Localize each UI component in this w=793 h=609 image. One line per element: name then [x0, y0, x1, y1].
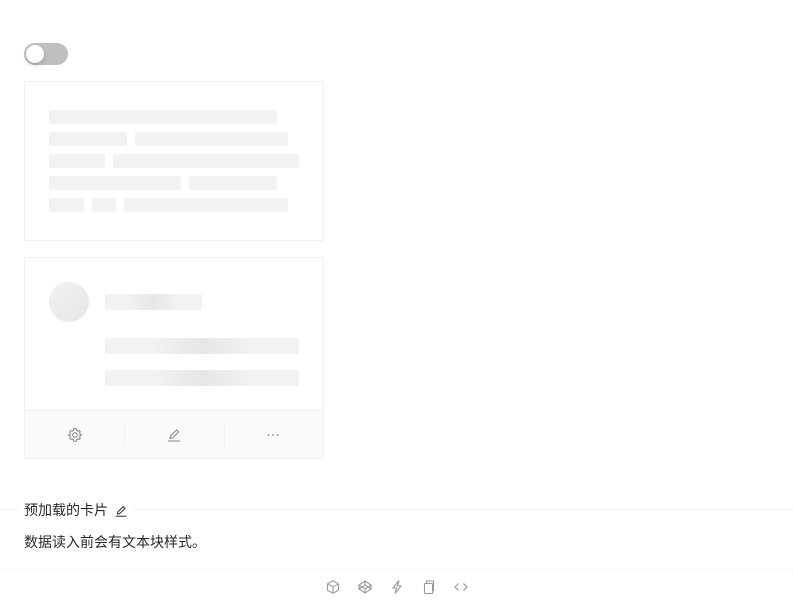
ellipsis-icon [267, 433, 279, 436]
skeleton-line [49, 132, 127, 146]
thunderbolt-icon [391, 580, 402, 594]
skeleton-line [49, 176, 181, 190]
copy-icon [423, 580, 434, 595]
skeleton-line [92, 198, 116, 212]
code-actions-divider [0, 569, 793, 570]
avatar-skeleton [49, 282, 89, 322]
demo-description: 数据读入前会有文本块样式。 [24, 535, 206, 551]
switch-knob [26, 45, 44, 63]
skeleton-line [124, 198, 288, 212]
edit-icon [167, 428, 180, 442]
stackblitz-button[interactable] [389, 579, 405, 595]
skeleton-line [49, 154, 105, 168]
setting-icon [66, 427, 83, 442]
skeleton-paragraph-line [105, 338, 299, 354]
edit-action[interactable] [124, 411, 223, 458]
demo-title-text: 预加载的卡片 [24, 503, 108, 519]
skeleton-line [135, 132, 288, 146]
meta-loading-card [24, 257, 324, 459]
codepen-icon [357, 580, 372, 594]
edit-icon[interactable] [114, 504, 128, 518]
more-action[interactable] [223, 411, 323, 458]
loading-card [24, 81, 324, 241]
skeleton-line [189, 176, 277, 190]
settings-action[interactable] [25, 411, 124, 458]
copy-code-button[interactable] [421, 579, 437, 595]
expand-code-button[interactable] [453, 579, 469, 595]
code-actions [0, 579, 793, 599]
skeleton-title [105, 294, 202, 310]
demo-title: 预加载的卡片 [19, 501, 133, 521]
skeleton-paragraph-line [105, 370, 299, 386]
codepen-button[interactable] [357, 579, 373, 595]
code-icon [453, 583, 468, 591]
loading-toggle-switch[interactable] [24, 43, 68, 65]
skeleton-line [113, 154, 299, 168]
skeleton-line [49, 110, 277, 124]
card-actions [25, 410, 323, 458]
codesandbox-icon [326, 580, 339, 594]
skeleton-line [49, 198, 84, 212]
codesandbox-button[interactable] [325, 579, 341, 595]
